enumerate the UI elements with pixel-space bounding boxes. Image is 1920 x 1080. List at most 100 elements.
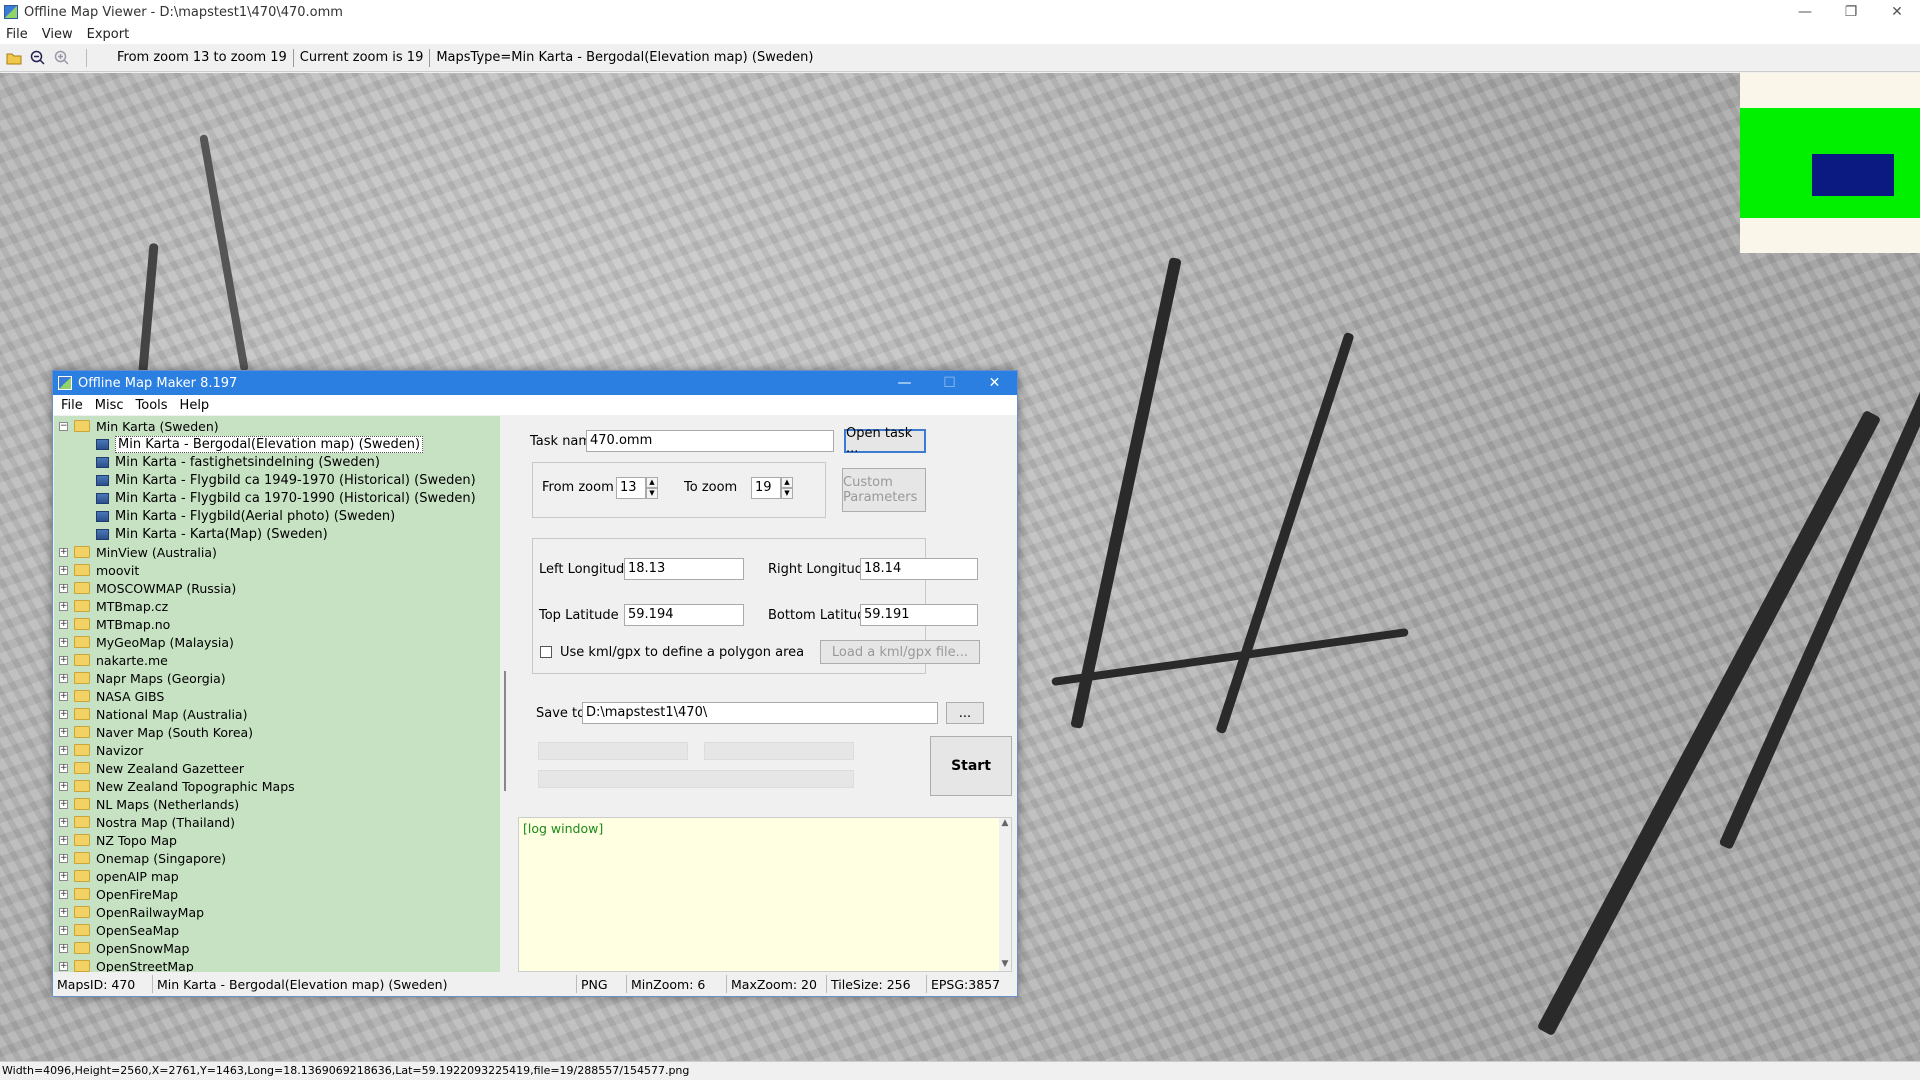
expand-icon[interactable]: + [59, 601, 68, 611]
minimize-icon[interactable]: — [1782, 0, 1828, 24]
tree-folder-item[interactable]: + MyGeoMap (Malaysia) [54, 633, 500, 651]
load-kml-button[interactable]: Load a kml/gpx file... [820, 640, 980, 664]
expand-icon[interactable]: + [59, 853, 68, 863]
left-longitude-input[interactable]: 18.13 [624, 558, 744, 580]
zoom-in-icon[interactable] [52, 48, 72, 68]
expand-icon[interactable]: + [59, 943, 68, 953]
expand-icon[interactable]: + [59, 673, 68, 683]
tree-map-item[interactable]: Min Karta - Karta(Map) (Sweden) [54, 525, 500, 543]
tree-map-item[interactable]: Min Karta - Flygbild ca 1949-1970 (Histo… [54, 471, 500, 489]
tree-folder-item[interactable]: + OpenRailwayMap [54, 903, 500, 921]
tree-map-item[interactable]: Min Karta - Flygbild ca 1970-1990 (Histo… [54, 489, 500, 507]
menu-view[interactable]: View [42, 27, 73, 42]
expand-icon[interactable]: + [59, 547, 68, 557]
expand-icon[interactable]: + [59, 583, 68, 593]
restore-icon[interactable]: ❐ [1828, 0, 1874, 24]
zoom-out-icon[interactable] [28, 48, 48, 68]
close-icon[interactable]: ✕ [1874, 0, 1920, 24]
log-window[interactable]: [log window] ▲ ▼ [518, 817, 1012, 972]
expand-icon[interactable]: + [59, 835, 68, 845]
tree-folder-item[interactable]: + moovit [54, 561, 500, 579]
folder-icon [74, 798, 90, 810]
tree-folder-item[interactable]: + MTBmap.no [54, 615, 500, 633]
tree-folder-item[interactable]: + NL Maps (Netherlands) [54, 795, 500, 813]
tree-folder-item[interactable]: + OpenSeaMap [54, 921, 500, 939]
open-task-button[interactable]: Open task ... [844, 426, 926, 456]
expand-icon[interactable]: + [59, 799, 68, 809]
tree-folder-item[interactable]: + OpenStreetMap [54, 957, 500, 972]
browse-button[interactable]: ... [946, 702, 984, 724]
tree-folder-item[interactable]: + New Zealand Gazetteer [54, 759, 500, 777]
dialog-menu-misc[interactable]: Misc [95, 398, 124, 413]
tree-folder-item[interactable]: + MinView (Australia) [54, 543, 500, 561]
tree-root-row[interactable]: − Min Karta (Sweden) [54, 417, 500, 435]
task-name-input[interactable]: 470.omm [586, 430, 834, 452]
tree-scroll-thumb[interactable] [504, 671, 506, 791]
to-zoom-stepper[interactable]: ▲ ▼ [781, 477, 793, 499]
tree-folder-item[interactable]: + nakarte.me [54, 651, 500, 669]
dialog-close-icon[interactable]: ✕ [972, 371, 1017, 395]
expand-icon[interactable]: + [59, 727, 68, 737]
tree-folder-item[interactable]: + New Zealand Topographic Maps [54, 777, 500, 795]
bottom-latitude-input[interactable]: 59.191 [860, 604, 978, 626]
tree-map-item[interactable]: Min Karta - fastighetsindelning (Sweden) [54, 453, 500, 471]
expand-icon[interactable]: + [59, 961, 68, 971]
expand-icon[interactable]: + [59, 709, 68, 719]
expand-icon[interactable]: + [59, 889, 68, 899]
tree-folder-item[interactable]: + MTBmap.cz [54, 597, 500, 615]
collapse-icon[interactable]: − [59, 421, 68, 431]
expand-icon[interactable]: + [59, 871, 68, 881]
from-zoom-input[interactable]: 13 [616, 477, 646, 499]
start-button[interactable]: Start [930, 736, 1012, 796]
dialog-menu-tools[interactable]: Tools [136, 398, 168, 413]
tree-scrollbar[interactable] [500, 416, 512, 972]
expand-icon[interactable]: + [59, 619, 68, 629]
log-scrollbar[interactable]: ▲ ▼ [999, 818, 1011, 971]
tree-folder-item[interactable]: + Onemap (Singapore) [54, 849, 500, 867]
tree-folder-item[interactable]: + MOSCOWMAP (Russia) [54, 579, 500, 597]
open-folder-icon[interactable] [4, 48, 24, 68]
overview-minimap[interactable] [1740, 73, 1920, 253]
expand-icon[interactable]: + [59, 565, 68, 575]
menu-file[interactable]: File [6, 27, 28, 42]
tree-folder-item[interactable]: + openAIP map [54, 867, 500, 885]
tree-map-item[interactable]: Min Karta - Flygbild(Aerial photo) (Swed… [54, 507, 500, 525]
tree-folder-item[interactable]: + Naver Map (South Korea) [54, 723, 500, 741]
dialog-menu-help[interactable]: Help [180, 398, 210, 413]
to-zoom-input[interactable]: 19 [751, 477, 781, 499]
map-layer-icon [96, 492, 109, 504]
minimap-viewport[interactable] [1812, 154, 1894, 196]
dialog-minimize-icon[interactable]: — [882, 371, 927, 395]
expand-icon[interactable]: + [59, 655, 68, 665]
expand-icon[interactable]: + [59, 745, 68, 755]
dialog-titlebar: Offline Map Maker 8.197 — ☐ ✕ [53, 371, 1017, 395]
tree-folder-item[interactable]: + OpenSnowMap [54, 939, 500, 957]
tree-folder-item[interactable]: + Napr Maps (Georgia) [54, 669, 500, 687]
expand-icon[interactable]: + [59, 781, 68, 791]
expand-icon[interactable]: + [59, 763, 68, 773]
save-to-input[interactable]: D:\mapstest1\470\ [582, 702, 938, 724]
map-layer-icon [96, 438, 109, 450]
expand-icon[interactable]: + [59, 817, 68, 827]
tree-folder-item[interactable]: + NZ Topo Map [54, 831, 500, 849]
tree-folder-item[interactable]: + OpenFireMap [54, 885, 500, 903]
from-zoom-stepper[interactable]: ▲ ▼ [646, 477, 658, 499]
tree-folder-item[interactable]: + NASA GIBS [54, 687, 500, 705]
kml-checkbox[interactable] [540, 646, 552, 658]
tree-folder-item[interactable]: + Nostra Map (Thailand) [54, 813, 500, 831]
menu-export[interactable]: Export [87, 27, 130, 42]
tree-folder-item[interactable]: + Navizor [54, 741, 500, 759]
dialog-maximize-icon[interactable]: ☐ [927, 371, 972, 395]
folder-icon [74, 888, 90, 900]
top-latitude-input[interactable]: 59.194 [624, 604, 744, 626]
expand-icon[interactable]: + [59, 907, 68, 917]
expand-icon[interactable]: + [59, 637, 68, 647]
right-longitude-input[interactable]: 18.14 [860, 558, 978, 580]
expand-icon[interactable]: + [59, 925, 68, 935]
tree-map-item[interactable]: Min Karta - Bergodal(Elevation map) (Swe… [54, 435, 500, 453]
expand-icon[interactable]: + [59, 691, 68, 701]
custom-parameters-button[interactable]: Custom Parameters [842, 468, 926, 512]
tree-folder-item[interactable]: + National Map (Australia) [54, 705, 500, 723]
map-source-tree[interactable]: − Min Karta (Sweden) Min Karta - Bergoda… [54, 416, 500, 972]
dialog-menu-file[interactable]: File [61, 398, 83, 413]
